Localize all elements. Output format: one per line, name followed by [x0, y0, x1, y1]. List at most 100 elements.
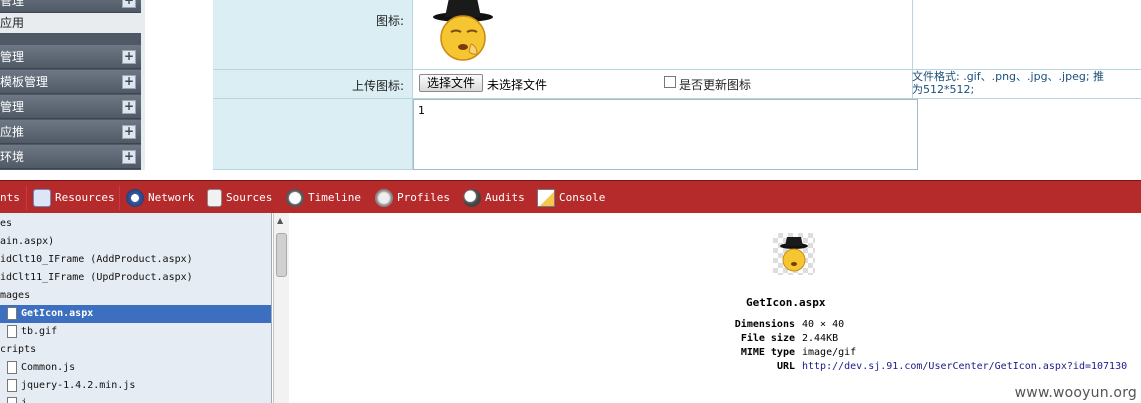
tree-item-label: cripts [0, 344, 37, 355]
url-key: URL [776, 361, 795, 372]
mime-key: MIME type [740, 347, 795, 358]
tab-profiles[interactable]: Profiles [375, 187, 450, 209]
console-icon [537, 189, 555, 207]
tree-item[interactable]: mages [0, 287, 271, 305]
description-textarea[interactable]: 1 [413, 99, 918, 170]
sidebar-subitem-1[interactable]: 应用 [0, 13, 141, 33]
tree-item-label: mages [0, 290, 31, 301]
url-value-link[interactable]: http://dev.sj.91.com/UserCenter/GetIcon.… [802, 361, 1127, 372]
expand-icon[interactable]: + [122, 150, 136, 164]
tree-item[interactable]: cripts [0, 341, 271, 359]
scroll-up-icon[interactable]: ▲ [277, 216, 283, 225]
sidebar-item-5[interactable]: 应推 + [0, 120, 141, 144]
image-file-icon [7, 306, 17, 320]
tree-item-label: jquery-1.4.2.min.js [21, 380, 136, 391]
tree-item-label: es [0, 218, 13, 229]
left-nav: 管理 + 应用 管理 + 模板管理 + 管理 + 应推 + 环境 + [0, 0, 141, 170]
sidebar-item-6[interactable]: 环境 + [0, 145, 141, 169]
current-icon-image [433, 0, 493, 61]
upload-label-cell: 上传图标: [213, 70, 413, 99]
icon-label: 图标: [375, 14, 404, 28]
toolbar-separator [119, 186, 120, 210]
sidebar-item-label: 模板管理 [0, 75, 49, 89]
tree-item-selected[interactable]: GetIcon.aspx [0, 305, 271, 323]
tree-item[interactable]: jquery-1.4.2.min.js [0, 377, 271, 395]
tree-item[interactable]: idClt10_IFrame (AddProduct.aspx) [0, 251, 271, 269]
tree-item[interactable]: tb.gif [0, 323, 271, 341]
tab-elements[interactable]: nts [0, 187, 20, 209]
tab-label: Network [148, 191, 195, 204]
tab-timeline[interactable]: Timeline [286, 187, 361, 209]
icon-label-cell: 图标: [213, 0, 413, 70]
sidebar-item-label: 应用 [0, 16, 25, 30]
tree-item[interactable]: j [0, 395, 271, 403]
tab-label: nts [0, 191, 20, 204]
profiles-icon [375, 189, 393, 207]
tab-sources[interactable]: Sources [207, 187, 272, 209]
tab-audits[interactable]: Audits [463, 187, 525, 209]
tab-resources[interactable]: Resources [33, 187, 115, 209]
update-icon-checkbox[interactable] [664, 76, 676, 88]
image-file-icon [7, 324, 17, 338]
resource-tree: es ain.aspx) idClt10_IFrame (AddProduct.… [0, 213, 272, 403]
tree-item-label: idClt11_IFrame (UpdProduct.aspx) [0, 272, 193, 283]
sidebar-item-label: 管理 [0, 100, 25, 114]
file-format-hint: 文件格式: .gif、.png、.jpg、.jpeg; 推 为512*512; [912, 70, 1104, 96]
tab-console[interactable]: Console [537, 187, 605, 209]
current-icon-image [780, 237, 808, 272]
image-preview-pane: GetIcon.aspx Dimensions 40 × 40 File siz… [290, 213, 1141, 403]
toolbar-separator [26, 186, 27, 210]
sidebar-item-0[interactable]: 管理 + [0, 0, 141, 13]
upload-label: 上传图标: [351, 79, 404, 93]
mime-value: image/gif [802, 347, 857, 358]
watermark: www.wooyun.org [1014, 385, 1137, 401]
format-hint-line: 为512*512; [912, 83, 975, 96]
expand-icon[interactable]: + [122, 0, 136, 8]
timeline-icon [286, 189, 304, 207]
tree-item[interactable]: idClt11_IFrame (UpdProduct.aspx) [0, 269, 271, 287]
script-file-icon [7, 378, 17, 392]
filesize-key: File size [740, 333, 795, 344]
filesize-value: 2.44KB [802, 333, 839, 344]
expand-icon[interactable]: + [122, 75, 136, 89]
expand-icon[interactable]: + [122, 100, 136, 114]
script-file-icon [7, 396, 17, 403]
tree-item-label: GetIcon.aspx [21, 308, 94, 319]
choose-file-button[interactable]: 选择文件 [419, 74, 483, 92]
tab-label: Console [559, 191, 606, 204]
audits-icon [463, 189, 481, 207]
tab-label: Profiles [397, 191, 450, 204]
sources-icon [207, 189, 222, 207]
network-icon [126, 189, 144, 207]
resources-icon [33, 189, 51, 207]
dimensions-value: 40 × 40 [802, 319, 845, 330]
dimensions-key: Dimensions [734, 319, 795, 330]
sidebar-item-label: 管理 [0, 50, 25, 64]
content-gutter [141, 0, 213, 170]
sidebar-item-3[interactable]: 模板管理 + [0, 70, 141, 94]
sidebar-item-2[interactable]: 管理 + [0, 45, 141, 69]
devtools-toolbar: nts Resources Network Sources Timeline P… [0, 180, 1141, 213]
sidebar-item-4[interactable]: 管理 + [0, 95, 141, 119]
screen: 管理 + 应用 管理 + 模板管理 + 管理 + 应推 + 环境 + 图标: 上… [0, 0, 1141, 403]
no-file-text: 未选择文件 [487, 78, 548, 92]
tree-item-label: tb.gif [21, 326, 58, 337]
tab-label: Resources [55, 191, 115, 204]
update-icon-checkbox-label: 是否更新图标 [679, 78, 752, 92]
image-name: GetIcon.aspx [746, 296, 826, 309]
tab-label: Audits [485, 191, 525, 204]
tree-scrollbar[interactable]: ▲ [273, 213, 289, 403]
image-preview-thumbnail [773, 233, 815, 275]
product-form: 图标: 上传图标: 选择文件 未选择文件 是否更新图标 文件格式: .gif、.… [213, 0, 1141, 170]
tab-label: Timeline [308, 191, 361, 204]
empty-label-cell [213, 99, 413, 170]
expand-icon[interactable]: + [122, 125, 136, 139]
tree-item[interactable]: ain.aspx) [0, 233, 271, 251]
format-hint-line: 文件格式: .gif、.png、.jpg、.jpeg; 推 [912, 70, 1105, 83]
expand-icon[interactable]: + [122, 50, 136, 64]
tab-network[interactable]: Network [126, 187, 194, 209]
sidebar-item-label: 应推 [0, 125, 25, 139]
scrollbar-thumb[interactable] [276, 233, 287, 277]
tree-item[interactable]: Common.js [0, 359, 271, 377]
tree-item[interactable]: es [0, 215, 271, 233]
